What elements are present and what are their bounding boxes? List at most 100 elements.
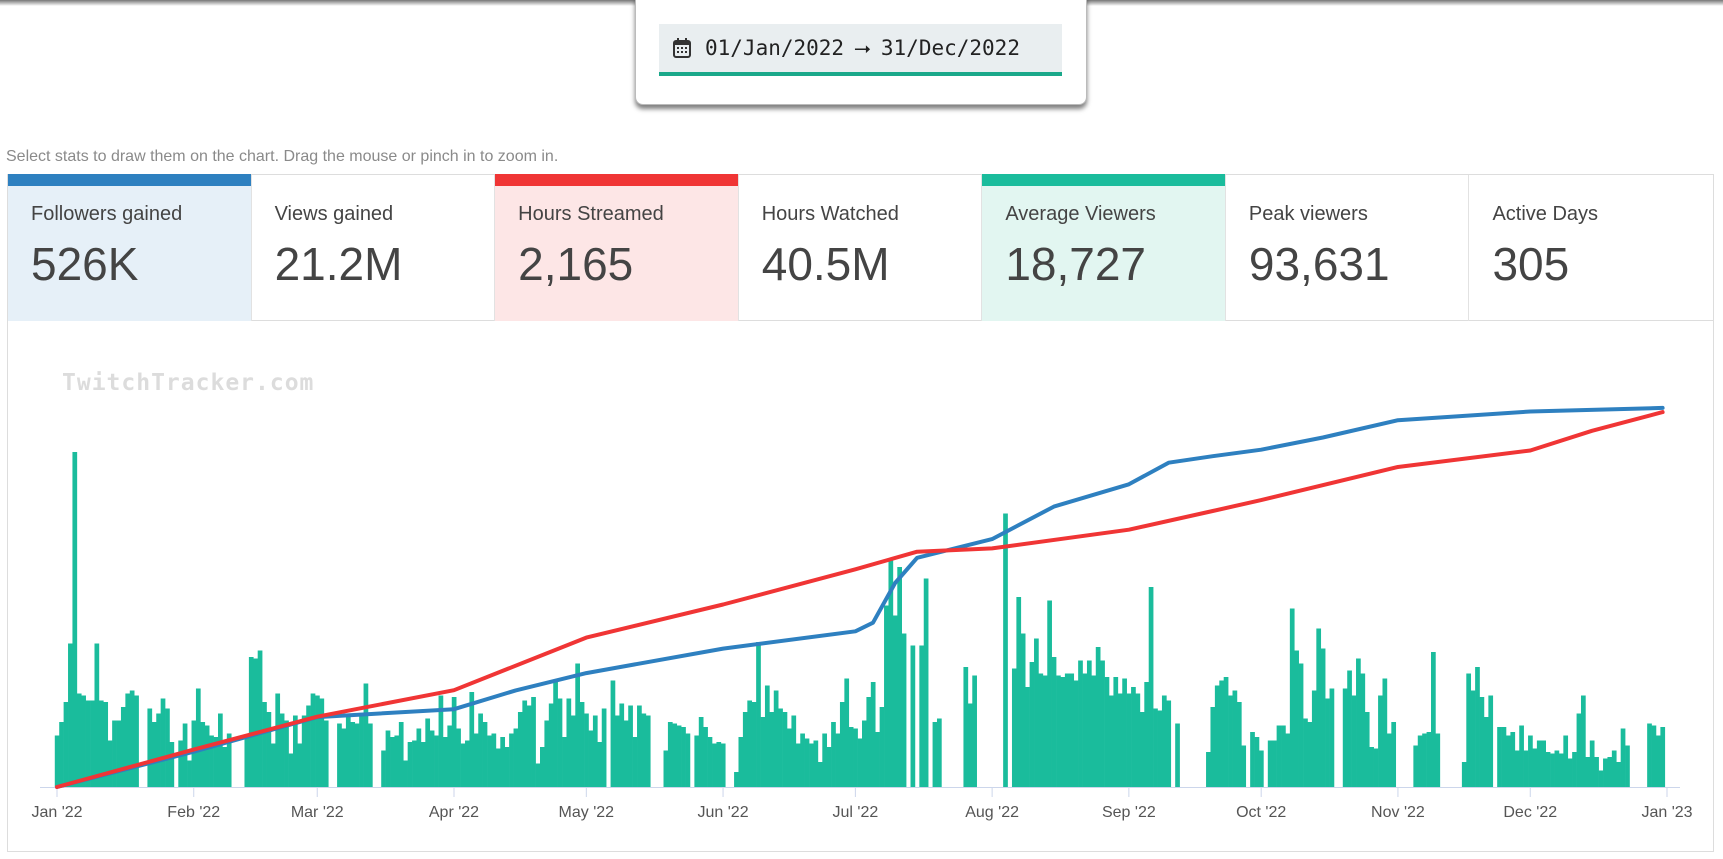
bar xyxy=(787,728,792,787)
bar xyxy=(831,722,836,787)
bar xyxy=(645,715,651,787)
bar xyxy=(517,712,523,787)
bar xyxy=(1250,732,1255,787)
bar xyxy=(1316,628,1322,787)
bar xyxy=(1175,723,1180,787)
bar xyxy=(1625,745,1630,787)
bar xyxy=(1236,702,1242,787)
bar xyxy=(570,715,576,787)
bar xyxy=(112,720,117,787)
bar xyxy=(425,718,431,787)
bar xyxy=(1431,652,1436,787)
bar xyxy=(623,720,629,787)
bar xyxy=(1567,758,1573,787)
bar xyxy=(1228,695,1233,787)
bar xyxy=(1069,673,1075,787)
bar xyxy=(1210,707,1216,787)
bar xyxy=(1011,668,1017,787)
bar xyxy=(1514,750,1520,787)
bar xyxy=(1563,735,1569,787)
bar xyxy=(672,723,678,787)
bar xyxy=(187,760,192,787)
bar xyxy=(354,723,360,787)
bar xyxy=(81,695,86,787)
bar xyxy=(782,712,788,787)
bar xyxy=(1506,735,1511,787)
bar xyxy=(495,748,501,787)
bar xyxy=(292,715,298,787)
bar xyxy=(1426,732,1432,787)
bar xyxy=(1558,753,1564,787)
bar xyxy=(540,747,545,787)
bar xyxy=(1047,600,1052,787)
bar xyxy=(685,733,691,787)
bar xyxy=(1166,700,1172,787)
bar xyxy=(1378,695,1383,787)
bar xyxy=(68,643,73,787)
bar xyxy=(1161,695,1167,787)
bar xyxy=(747,700,753,787)
bar xyxy=(1501,727,1507,787)
bar xyxy=(1285,733,1291,787)
bar xyxy=(637,705,642,787)
bar xyxy=(359,715,364,787)
bar xyxy=(1206,752,1211,787)
bar xyxy=(870,682,876,787)
bar xyxy=(94,643,100,787)
bar xyxy=(363,683,369,787)
bar xyxy=(257,650,263,787)
bar xyxy=(826,747,832,787)
bar xyxy=(218,713,223,787)
bar xyxy=(1483,717,1489,787)
bar xyxy=(694,735,700,787)
bar xyxy=(1342,688,1348,787)
bar xyxy=(398,722,404,787)
bar xyxy=(165,708,170,787)
bar xyxy=(1042,675,1048,787)
bar xyxy=(667,722,673,787)
bar xyxy=(1078,660,1083,787)
x-tick-label: Apr '22 xyxy=(429,804,479,821)
bar xyxy=(1232,690,1238,787)
bar xyxy=(566,698,572,787)
bar xyxy=(416,728,422,787)
bar xyxy=(478,713,483,787)
bar xyxy=(1620,728,1626,787)
bar xyxy=(1060,677,1066,787)
bar xyxy=(1435,733,1441,787)
bar xyxy=(632,737,638,787)
bar xyxy=(204,725,210,787)
bar xyxy=(822,733,828,787)
bar xyxy=(412,740,417,787)
bar xyxy=(1594,757,1599,787)
bar xyxy=(513,728,519,787)
chart-plot[interactable]: Jan '22 Feb '22 Mar '22 Apr '22 May '22 Jun '… xyxy=(0,0,1723,859)
bar xyxy=(500,737,506,787)
bar xyxy=(1064,673,1070,787)
bar xyxy=(531,697,536,787)
bar xyxy=(764,685,770,787)
bar xyxy=(769,712,775,787)
bar xyxy=(297,743,303,787)
bar xyxy=(641,713,647,787)
bar xyxy=(1356,658,1361,787)
bar xyxy=(1470,690,1476,787)
bar xyxy=(1214,685,1220,787)
bar xyxy=(270,743,276,787)
bar xyxy=(345,715,351,787)
bar xyxy=(1100,660,1105,787)
bar xyxy=(1311,690,1317,787)
bar xyxy=(337,723,342,787)
bar xyxy=(716,742,722,787)
bar xyxy=(491,733,497,787)
bar xyxy=(1113,677,1119,787)
bar xyxy=(1157,710,1163,787)
bar xyxy=(897,567,902,787)
bar xyxy=(817,762,823,787)
bar xyxy=(575,663,580,787)
bar xyxy=(1020,633,1026,787)
bar xyxy=(1109,695,1114,787)
bar xyxy=(1536,740,1542,787)
bar xyxy=(553,682,558,787)
bar xyxy=(1541,740,1546,787)
